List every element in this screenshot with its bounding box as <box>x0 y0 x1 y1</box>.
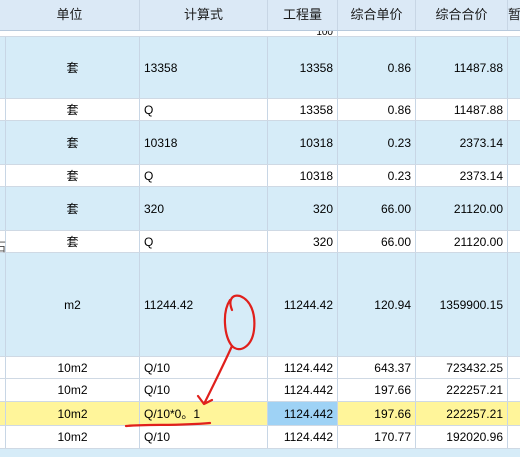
cell-formula[interactable]: Q/10 <box>140 357 268 378</box>
header-extra[interactable]: 暂 <box>508 0 520 30</box>
cell-quantity[interactable]: 10318 <box>268 121 338 164</box>
cell-total-price[interactable]: 11487.88 <box>416 99 508 120</box>
table-row[interactable]: 10m2 Q/10 1124.442 170.77 192020.96 <box>0 426 520 449</box>
cell-quantity[interactable]: 1124.442 <box>268 426 338 448</box>
cell-unit[interactable]: 10m2 <box>6 379 140 401</box>
left-edge-text: 石 <box>0 240 7 254</box>
cell-formula[interactable]: Q/10 <box>140 379 268 401</box>
table-row[interactable]: 10m2 Q/10 1124.442 643.37 723432.25 <box>0 357 520 379</box>
cell-unit[interactable]: 10m2 <box>6 426 140 448</box>
cell-formula[interactable]: Q/10*0。1 <box>140 402 268 425</box>
cell-quantity-selected[interactable]: 1124.442 <box>268 402 338 425</box>
cell-quantity[interactable]: 320 <box>268 231 338 252</box>
cell-unit-price[interactable]: 66.00 <box>338 187 416 230</box>
header-quantity[interactable]: 工程量 <box>268 0 338 30</box>
cell-unit-price[interactable]: 0.23 <box>338 121 416 164</box>
cell-quantity[interactable]: 13358 <box>268 99 338 120</box>
cell-unit-price[interactable]: 0.86 <box>338 99 416 120</box>
header-unit[interactable]: 单位 <box>0 0 140 30</box>
table-row[interactable]: 套 13358 13358 0.86 11487.88 <box>0 37 520 99</box>
cell-formula[interactable]: Q <box>140 165 268 186</box>
cell-unit-price[interactable]: 170.77 <box>338 426 416 448</box>
cell-quantity[interactable]: 1124.442 <box>268 357 338 378</box>
cell-formula[interactable]: Q <box>140 99 268 120</box>
table-row[interactable]: 套 Q 13358 0.86 11487.88 <box>0 99 520 121</box>
cell-unit[interactable]: 10m2 <box>6 357 140 378</box>
cell-unit[interactable]: 套 <box>6 165 140 186</box>
cell-total-price[interactable]: 222257.21 <box>416 402 508 425</box>
cell-total-price[interactable]: 2373.14 <box>416 165 508 186</box>
table-row[interactable]: 套 320 320 66.00 21120.00 <box>0 187 520 231</box>
cell-unit-price[interactable]: 197.66 <box>338 402 416 425</box>
cell-quantity[interactable]: 11244.42 <box>268 253 338 356</box>
table-row[interactable]: 套 Q 320 66.00 21120.00 <box>0 231 520 253</box>
table-row[interactable]: 10m2 Q/10 1124.442 197.66 222257.21 <box>0 379 520 402</box>
cell-formula[interactable]: 13358 <box>140 37 268 98</box>
cell-total-price[interactable]: 11487.88 <box>416 37 508 98</box>
cell-total-price[interactable]: 21120.00 <box>416 231 508 252</box>
header-total-price[interactable]: 综合合价 <box>416 0 508 30</box>
cell-formula[interactable]: 10318 <box>140 121 268 164</box>
cell-unit[interactable]: 套 <box>6 99 140 120</box>
table-row-selected[interactable]: 10m2 Q/10*0。1 1124.442 197.66 222257.21 <box>0 402 520 426</box>
cell-total-price[interactable]: 2373.14 <box>416 121 508 164</box>
cell-quantity[interactable]: 10318 <box>268 165 338 186</box>
cell-total-price[interactable]: 1359900.15 <box>416 253 508 356</box>
cell-unit-price[interactable]: 0.86 <box>338 37 416 98</box>
cell-quantity[interactable]: 100 <box>268 31 338 36</box>
cell-formula[interactable]: 320 <box>140 187 268 230</box>
cell-unit[interactable]: 套 <box>6 187 140 230</box>
cell-unit-price[interactable]: 0.23 <box>338 165 416 186</box>
cell-formula[interactable]: Q <box>140 231 268 252</box>
cell-quantity[interactable]: 13358 <box>268 37 338 98</box>
cell-formula[interactable]: Q/10 <box>140 426 268 448</box>
cell-unit[interactable]: 套 <box>6 231 140 252</box>
cell-total-price[interactable]: 21120.00 <box>416 187 508 230</box>
cell-total-price[interactable]: 222257.21 <box>416 379 508 401</box>
cell-unit[interactable]: 套 <box>6 37 140 98</box>
header-formula[interactable]: 计算式 <box>140 0 268 30</box>
cell-unit-price[interactable]: 66.00 <box>338 231 416 252</box>
table-row[interactable]: 套 10318 10318 0.23 2373.14 <box>0 121 520 165</box>
cell-unit-price[interactable]: 643.37 <box>338 357 416 378</box>
cell-formula[interactable]: 11244.42 <box>140 253 268 356</box>
cell-unit[interactable]: m2 <box>6 253 140 356</box>
cell-unit-price[interactable]: 197.66 <box>338 379 416 401</box>
cell-total-price[interactable]: 192020.96 <box>416 426 508 448</box>
table-row[interactable]: 套 Q 10318 0.23 2373.14 <box>0 165 520 187</box>
table-row-partial[interactable] <box>0 449 520 457</box>
grid-header: 单位 计算式 工程量 综合单价 综合合价 暂 <box>0 0 520 31</box>
quantity-grid: 单位 计算式 工程量 综合单价 综合合价 暂 100 套 13358 13358… <box>0 0 520 457</box>
cell-unit-price[interactable]: 120.94 <box>338 253 416 356</box>
cell-quantity[interactable]: 1124.442 <box>268 379 338 401</box>
cell-total-price[interactable]: 723432.25 <box>416 357 508 378</box>
cell-unit[interactable]: 套 <box>6 121 140 164</box>
cell-unit[interactable]: 10m2 <box>6 402 140 425</box>
table-row[interactable]: m2 11244.42 11244.42 120.94 1359900.15 <box>0 253 520 357</box>
header-unit-price[interactable]: 综合单价 <box>338 0 416 30</box>
cell-quantity[interactable]: 320 <box>268 187 338 230</box>
